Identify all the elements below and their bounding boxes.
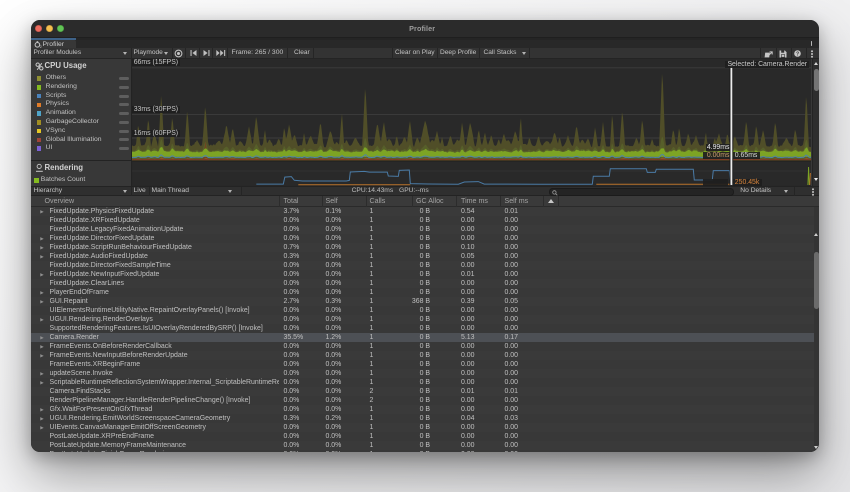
svg-text:?: ?	[796, 51, 799, 57]
